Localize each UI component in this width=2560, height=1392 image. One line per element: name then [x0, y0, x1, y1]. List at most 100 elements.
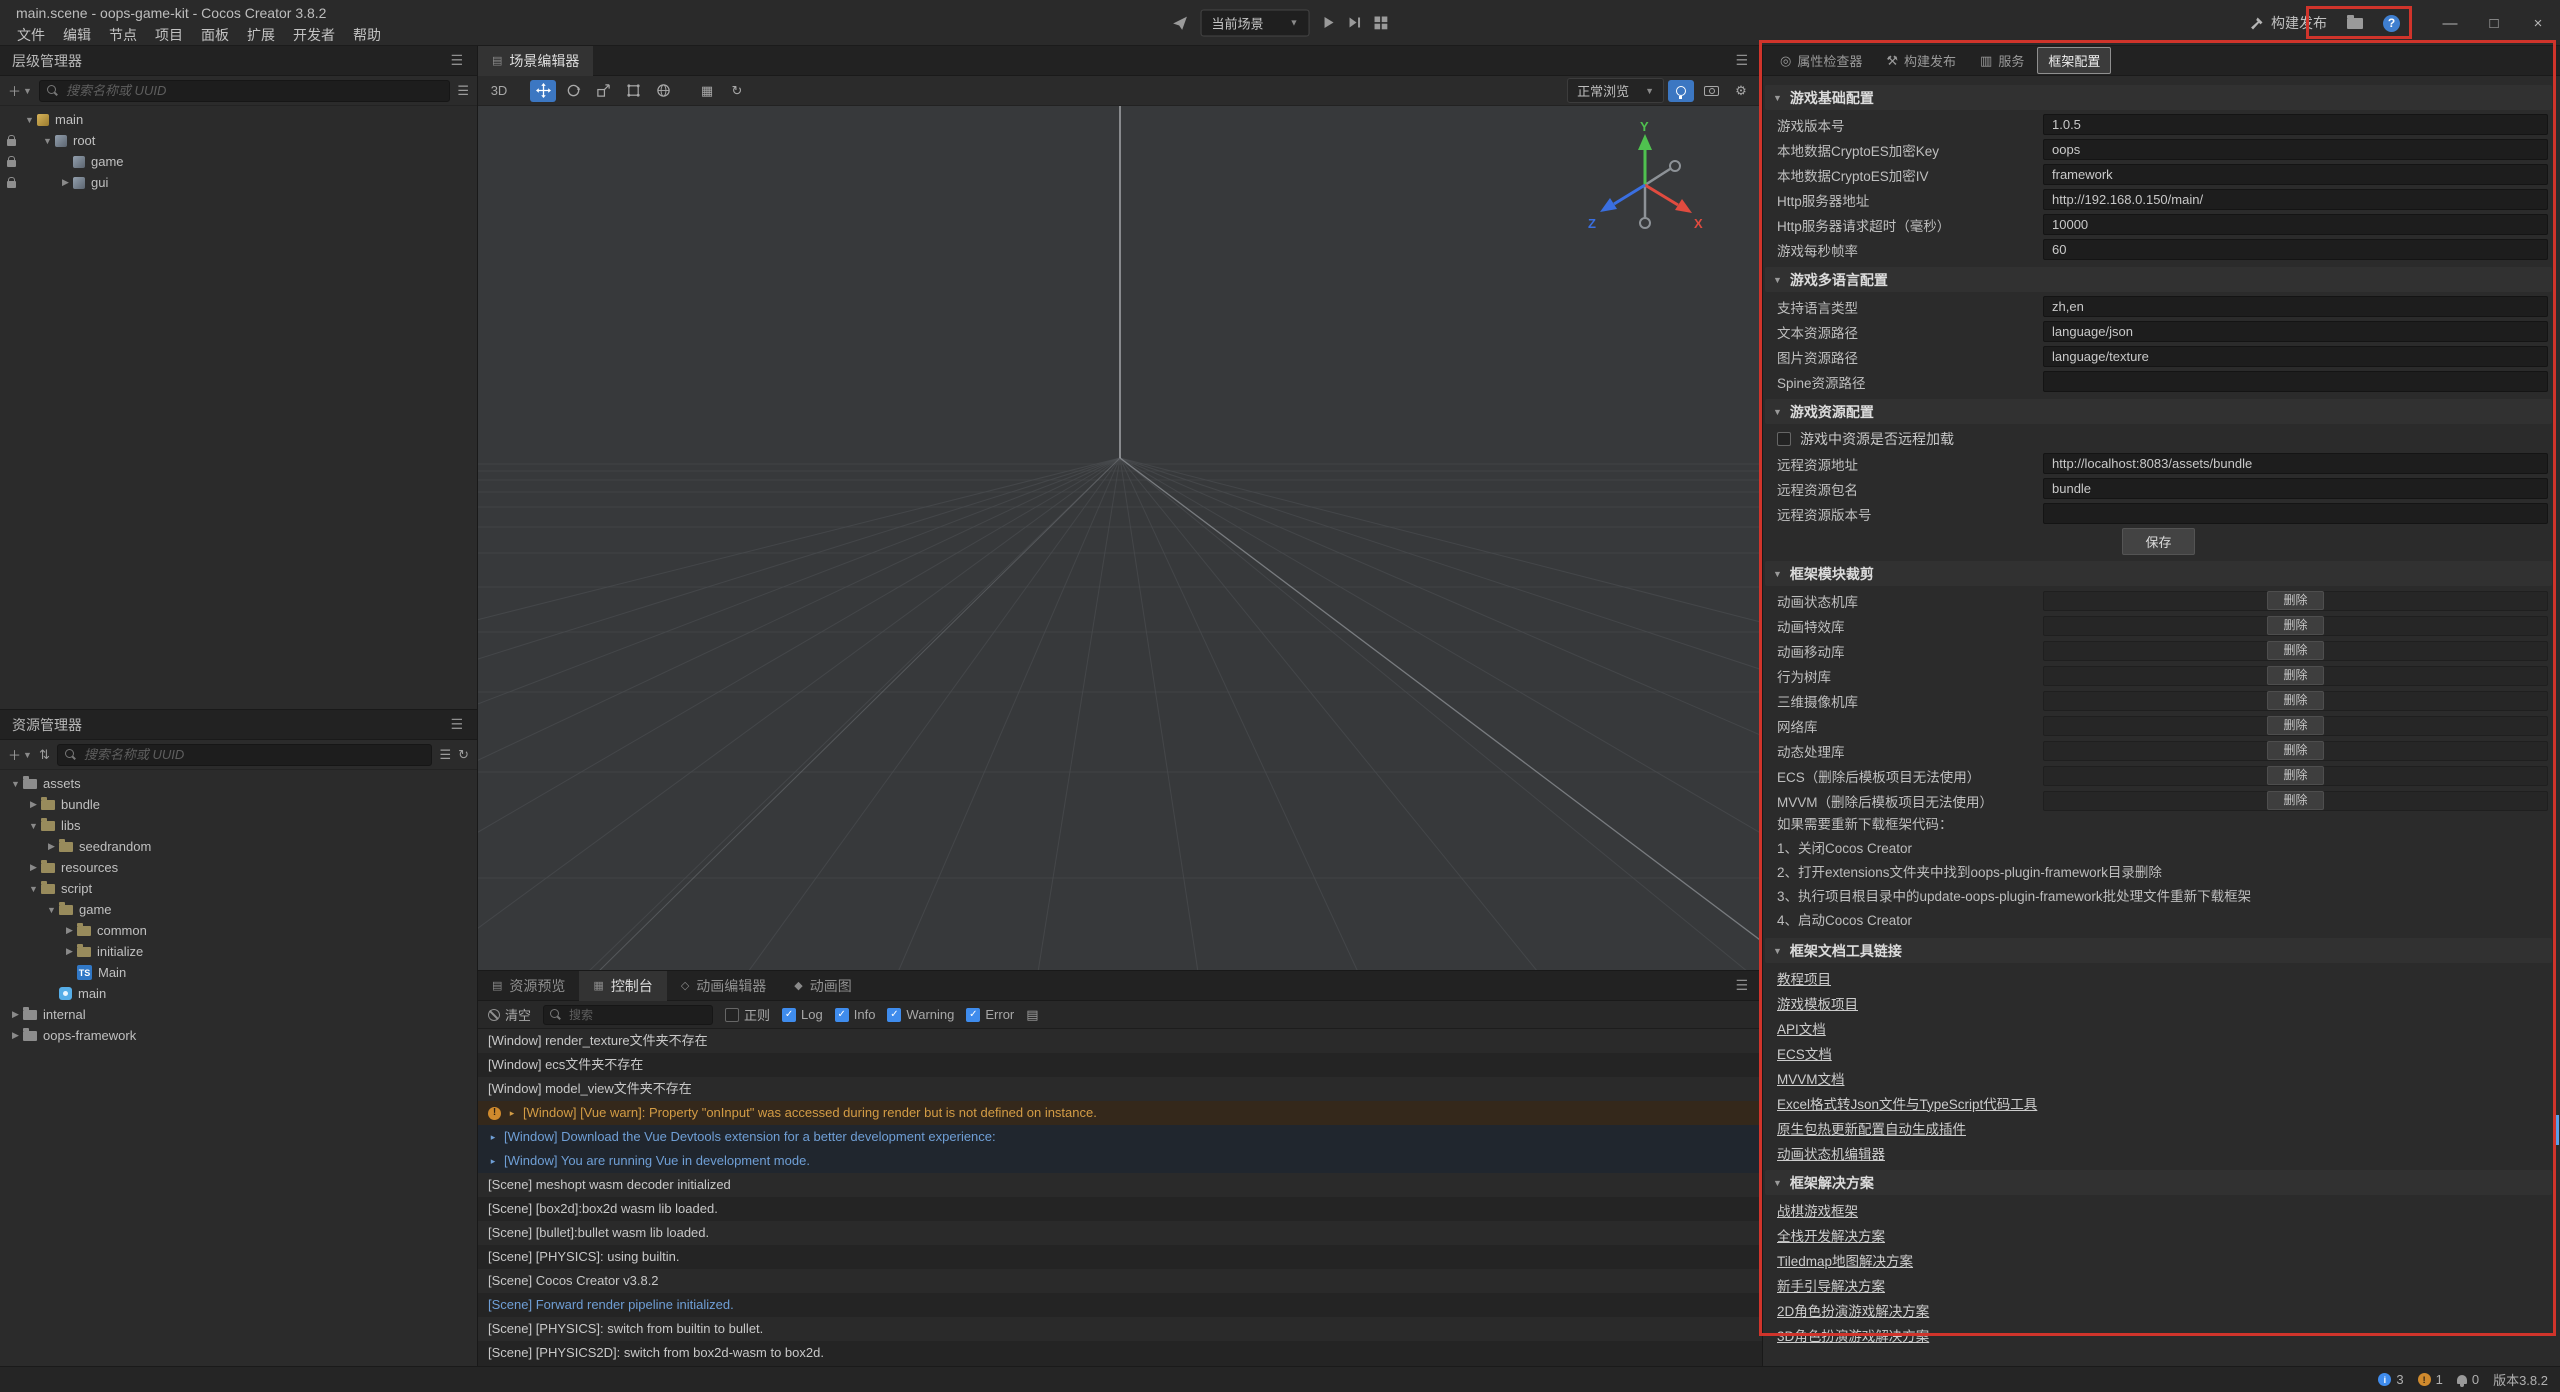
log-row[interactable]: [Scene] meshopt wasm decoder initialized	[478, 1173, 1762, 1197]
checkbox[interactable]	[1777, 432, 1791, 446]
menu-item[interactable]: 节点	[100, 24, 146, 46]
config-input[interactable]	[2043, 114, 2548, 135]
asset-node[interactable]: ▼assets	[0, 773, 477, 794]
scene-selector-dropdown[interactable]: 当前场景 ▼	[1201, 9, 1310, 36]
doc-link[interactable]: 全栈开发解决方案	[1777, 1225, 1885, 1245]
move-tool[interactable]	[530, 80, 556, 102]
config-input[interactable]	[2043, 478, 2548, 499]
open-folder-icon[interactable]	[2347, 18, 2363, 29]
section-header[interactable]: ▼游戏基础配置	[1765, 85, 2552, 110]
maximize-button[interactable]: □	[2472, 0, 2516, 46]
config-input[interactable]	[2043, 371, 2548, 392]
log-row[interactable]: [Window] model_view文件夹不存在	[478, 1077, 1762, 1101]
hierarchy-node[interactable]: ▼root	[0, 130, 477, 151]
log-row[interactable]: [Scene] Cocos Creator v3.8.2	[478, 1269, 1762, 1293]
hierarchy-node[interactable]: ▶gui	[0, 172, 477, 193]
config-input[interactable]	[2043, 296, 2548, 317]
expand-caret[interactable]: ▸	[507, 1101, 517, 1125]
inspector-tab-item[interactable]: ▥服务	[1969, 47, 2035, 74]
delete-button[interactable]: 删除	[2267, 591, 2323, 610]
hierarchy-search[interactable]	[39, 80, 450, 102]
inspector-tab-active[interactable]: 框架配置	[2037, 47, 2111, 74]
clear-console-button[interactable]: 清空	[488, 1005, 531, 1024]
asset-node[interactable]: ▶internal	[0, 1004, 477, 1025]
log-row[interactable]: [Window] ecs文件夹不存在	[478, 1053, 1762, 1077]
console-search-input[interactable]	[567, 1007, 706, 1023]
doc-link[interactable]: 战棋游戏框架	[1777, 1200, 1858, 1220]
console-tab-item[interactable]: ◇动画编辑器	[667, 971, 780, 1001]
play-button[interactable]	[1321, 16, 1335, 30]
sort-assets-icon[interactable]: ⇅	[39, 747, 50, 763]
log-row[interactable]: [Window] render_texture文件夹不存在	[478, 1029, 1762, 1053]
doc-link[interactable]: Excel格式转Json文件与TypeScript代码工具	[1777, 1093, 2037, 1113]
launch-icon[interactable]	[1172, 14, 1189, 31]
expand-arrow[interactable]: ▶	[58, 177, 73, 188]
config-checkbox-row[interactable]: 游戏中资源是否远程加载	[1765, 426, 2552, 451]
asset-node[interactable]: main	[0, 983, 477, 1004]
menu-item[interactable]: 编辑	[54, 24, 100, 46]
log-row[interactable]: [Scene] [PHYSICS2D]: switch from box2d-w…	[478, 1341, 1762, 1365]
world-space-toggle[interactable]	[650, 80, 676, 102]
menu-item[interactable]: 帮助	[344, 24, 390, 46]
console-tab-item[interactable]: ◆动画图	[780, 971, 865, 1001]
log-row[interactable]: [Scene] [bullet]:bullet wasm lib loaded.	[478, 1221, 1762, 1245]
close-button[interactable]: ×	[2516, 0, 2560, 46]
create-node-button[interactable]: ＋▼	[8, 81, 32, 100]
delete-button[interactable]: 删除	[2267, 641, 2323, 660]
config-input[interactable]	[2043, 189, 2548, 210]
asset-node[interactable]: ▼libs	[0, 815, 477, 836]
section-header[interactable]: ▼框架解决方案	[1765, 1170, 2552, 1195]
log-filter-log[interactable]: ✓Log	[782, 1007, 823, 1022]
scroll-lock-icon[interactable]: ▤	[1026, 1007, 1038, 1023]
expand-arrow[interactable]: ▶	[8, 1030, 23, 1041]
expand-arrow[interactable]: ▶	[26, 862, 41, 873]
menu-item[interactable]: 文件	[8, 24, 54, 46]
log-row[interactable]: [Scene] [PHYSICS]: using builtin.	[478, 1245, 1762, 1269]
asset-node[interactable]: ▼script	[0, 878, 477, 899]
expand-arrow[interactable]: ▼	[22, 115, 37, 125]
grid-snap-toggle[interactable]: ▦	[694, 80, 720, 102]
expand-arrow[interactable]: ▼	[44, 905, 59, 915]
toggle-3d-button[interactable]: 3D	[486, 80, 512, 102]
inspector-tab-item[interactable]: ◎属性检查器	[1769, 47, 1873, 74]
delete-button[interactable]: 删除	[2267, 691, 2323, 710]
scene-viewport[interactable]: Y X Z	[478, 106, 1762, 970]
expand-arrow[interactable]: ▶	[26, 799, 41, 810]
doc-link[interactable]: 动画状态机编辑器	[1777, 1143, 1885, 1163]
assets-search[interactable]	[57, 744, 433, 766]
log-row[interactable]: [Scene] [PHYSICS]: switch from builtin t…	[478, 1317, 1762, 1341]
section-header[interactable]: ▼游戏多语言配置	[1765, 267, 2552, 292]
asset-node[interactable]: ▶oops-framework	[0, 1025, 477, 1046]
log-row[interactable]: ▸[Window] You are running Vue in develop…	[478, 1149, 1762, 1173]
doc-link[interactable]: 游戏模板项目	[1777, 993, 1858, 1013]
console-menu-icon[interactable]: ☰	[1729, 977, 1754, 994]
hierarchy-filter-icon[interactable]: ☰	[457, 83, 469, 99]
asset-node[interactable]: ▶common	[0, 920, 477, 941]
step-button[interactable]	[1347, 16, 1361, 30]
delete-button[interactable]: 删除	[2267, 741, 2323, 760]
inspector-tab-item[interactable]: ⚒构建发布	[1875, 47, 1967, 74]
delete-button[interactable]: 删除	[2267, 766, 2323, 785]
scene-camera-button[interactable]	[1698, 80, 1724, 102]
doc-link[interactable]: 3D角色扮演游戏解决方案	[1777, 1325, 1929, 1345]
section-header[interactable]: ▼框架文档工具链接	[1765, 938, 2552, 963]
inspector-scrollbar-thumb[interactable]	[2554, 1115, 2559, 1145]
doc-link[interactable]: 2D角色扮演游戏解决方案	[1777, 1300, 1929, 1320]
layout-grid-icon[interactable]	[1373, 15, 1388, 30]
log-filter-warning[interactable]: ✓Warning	[887, 1007, 954, 1022]
delete-button[interactable]: 删除	[2267, 616, 2323, 635]
log-row[interactable]: ▸[Window] Download the Vue Devtools exte…	[478, 1125, 1762, 1149]
save-button[interactable]: 保存	[2122, 528, 2194, 555]
section-header[interactable]: ▼游戏资源配置	[1765, 399, 2552, 424]
menu-item[interactable]: 扩展	[238, 24, 284, 46]
config-input[interactable]	[2043, 346, 2548, 367]
scene-menu-icon[interactable]: ☰	[1729, 52, 1754, 69]
checkbox[interactable]: ✓	[887, 1008, 901, 1022]
view-mode-dropdown[interactable]: 正常浏览 ▼	[1567, 78, 1664, 103]
scene-light-toggle[interactable]	[1668, 80, 1694, 102]
config-input[interactable]	[2043, 503, 2548, 524]
asset-node[interactable]: ▶bundle	[0, 794, 477, 815]
menu-item[interactable]: 项目	[146, 24, 192, 46]
menu-item[interactable]: 开发者	[284, 24, 344, 46]
checkbox[interactable]: ✓	[782, 1008, 796, 1022]
